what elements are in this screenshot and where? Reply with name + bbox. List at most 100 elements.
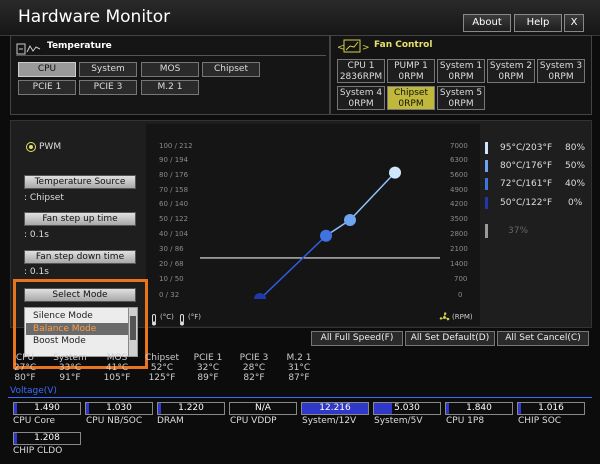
temp-tick: 80 / 176 (159, 171, 189, 179)
temp-readout: CPU 27°C 80°F (8, 353, 42, 383)
fan-name: System 4 (339, 88, 383, 98)
voltage-label: System/12V (302, 416, 357, 426)
fan-system5[interactable]: System 5 0RPM (437, 86, 485, 110)
voltage-fill (518, 403, 522, 414)
temperature-source-value: : Chipset (24, 193, 64, 203)
all-set-default-button[interactable]: All Set Default(D) (405, 331, 495, 346)
curve-point[interactable] (344, 214, 356, 226)
tab-pcie3[interactable]: PCIE 3 (79, 80, 137, 95)
about-button[interactable]: About (463, 14, 511, 32)
temp-readout-celsius: 27°C (13, 363, 37, 373)
curve-point[interactable] (320, 229, 332, 242)
temp-tick: 20 / 68 (159, 260, 184, 268)
temp-readout-name: PCIE 1 (193, 353, 223, 363)
tab-chipset[interactable]: Chipset (202, 62, 260, 77)
temp-readout: PCIE 3 28°C 82°F (236, 353, 272, 383)
voltage-meter: 1.030 (85, 402, 153, 415)
mode-option-silence[interactable]: Silence Mode (33, 311, 93, 321)
temp-tick: 100 / 212 (159, 142, 193, 150)
pwm-label: PWM (39, 142, 62, 152)
voltage-divider (8, 397, 592, 398)
all-set-cancel-button[interactable]: All Set Cancel(C) (497, 331, 589, 346)
help-button[interactable]: Help (514, 14, 562, 32)
voltage-label: CPU NB/SOC (86, 416, 143, 426)
mode-option-boost[interactable]: Boost Mode (33, 336, 86, 346)
idle-swatch (485, 224, 488, 238)
voltage-value: 1.016 (538, 403, 564, 413)
temp-readout-name: CPU (15, 353, 35, 363)
legend-swatch (485, 178, 488, 190)
curve-segment (349, 172, 396, 221)
legend-percent: 50% (565, 161, 586, 171)
voltage-value: 5.030 (394, 403, 420, 413)
temp-tick: 30 / 86 (159, 245, 184, 253)
rpm-tick: 2800 (450, 230, 468, 238)
rpm-tick: 1400 (450, 260, 468, 268)
fan-cpu1[interactable]: CPU 1 2836RPM (337, 59, 385, 83)
fan-system3[interactable]: System 3 0RPM (537, 59, 585, 83)
legend-swatch (485, 160, 488, 172)
fan-step-up-button[interactable]: Fan step up time (24, 212, 136, 226)
voltage-label: CHIP CLDO (13, 446, 63, 456)
fan-control-icon: < > (337, 38, 370, 53)
fan-rpm: 0RPM (398, 99, 424, 109)
fan-system1[interactable]: System 1 0RPM (437, 59, 485, 83)
rpm-tick: 7000 (450, 142, 468, 150)
tab-m2-1[interactable]: M.2 1 (141, 80, 199, 95)
tab-system[interactable]: System (79, 62, 137, 77)
voltage-fill (86, 403, 90, 414)
curve-point[interactable] (254, 293, 266, 299)
mode-scrollbar[interactable] (128, 308, 137, 356)
voltage-heading: Voltage(V) (10, 386, 57, 396)
temp-readout-celsius: 41°C (105, 363, 129, 373)
legend-percent: 40% (565, 179, 586, 189)
temp-readout-celsius: 31°C (287, 363, 311, 373)
temp-readout-celsius: 32°C (196, 363, 220, 373)
select-mode-button[interactable]: Select Mode (24, 288, 136, 302)
legend-temp: 50°C/122°F (500, 198, 553, 208)
legend-swatch (485, 142, 488, 154)
fan-rpm: 0RPM (448, 72, 474, 82)
temp-tick: 90 / 194 (159, 156, 189, 164)
tab-pcie1[interactable]: PCIE 1 (18, 80, 76, 95)
temp-readout-fahrenheit: 91°F (59, 373, 81, 383)
temperature-icon (16, 40, 42, 55)
legend-temp: 72°C/161°F (500, 179, 553, 189)
fan-system2[interactable]: System 2 0RPM (487, 59, 535, 83)
curve-point[interactable] (389, 166, 401, 179)
tab-mos[interactable]: MOS (141, 62, 199, 77)
fan-name: System 5 (439, 88, 483, 98)
temp-readout-name: PCIE 3 (239, 353, 269, 363)
voltage-value: N/A (255, 403, 271, 413)
all-full-speed-button[interactable]: All Full Speed(F) (311, 331, 403, 346)
fan-pump1[interactable]: PUMP 1 0RPM (387, 59, 435, 83)
rpm-tick: 2100 (450, 245, 468, 253)
thermometer-icon (178, 311, 186, 326)
legend-percent: 0% (568, 198, 583, 208)
temp-readout-fahrenheit: 105°F (103, 373, 131, 383)
fan-step-down-button[interactable]: Fan step down time (24, 250, 136, 264)
unit-fahrenheit: (°F) (188, 313, 201, 321)
legend-swatch (485, 197, 488, 209)
fan-rpm: 0RPM (548, 72, 574, 82)
fan-curve-plot[interactable] (200, 141, 440, 299)
unit-celsius: (°C) (160, 313, 174, 321)
voltage-fill (158, 403, 162, 414)
rpm-tick: 3500 (450, 215, 468, 223)
voltage-value: 1.208 (34, 433, 60, 443)
fan-rpm: 0RPM (448, 99, 474, 109)
mode-option-balance[interactable]: Balance Mode (33, 324, 96, 334)
fan-chipset[interactable]: Chipset 0RPM (387, 86, 435, 110)
close-button[interactable]: X (564, 14, 584, 32)
voltage-meter: N/A (229, 402, 297, 415)
fan-step-up-value: : 0.1s (24, 230, 49, 240)
voltage-meter: 1.016 (517, 402, 585, 415)
fan-system4[interactable]: System 4 0RPM (337, 86, 385, 110)
svg-text:<: < (337, 43, 345, 53)
tab-cpu[interactable]: CPU (18, 62, 76, 77)
voltage-meter: 1.208 (13, 432, 81, 445)
pwm-radio[interactable] (26, 142, 36, 152)
voltage-value: 1.220 (178, 403, 204, 413)
fan-control-heading: Fan Control (374, 40, 433, 50)
temperature-source-button[interactable]: Temperature Source (24, 175, 136, 189)
